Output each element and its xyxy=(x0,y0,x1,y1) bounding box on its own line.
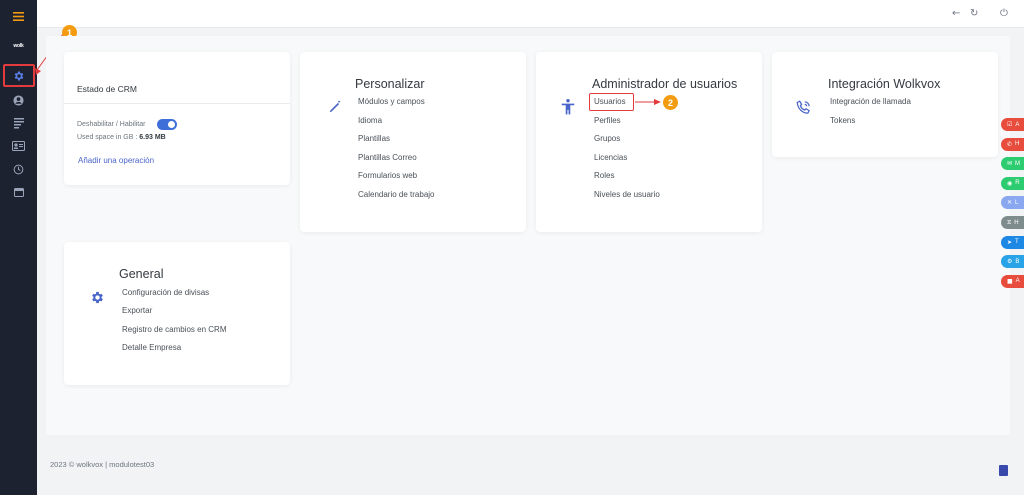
footer-text: 2023 © wolkvox | modulotest03 xyxy=(50,460,155,469)
calendar-icon xyxy=(13,188,24,197)
sidebar-item-list[interactable] xyxy=(0,112,37,134)
top-bar: ← ↻ ⏻ xyxy=(37,0,1024,28)
floating-action-button[interactable]: ◉ R xyxy=(1001,176,1024,190)
floating-action-button[interactable]: ⧖ H xyxy=(1001,216,1024,229)
floating-action-button[interactable]: ■ A xyxy=(1001,274,1024,288)
person-accessibility-icon xyxy=(561,99,575,115)
link-configuracion-divisas[interactable]: Configuración de divisas xyxy=(122,288,209,297)
link-plantillas[interactable]: Plantillas xyxy=(358,134,390,143)
user-circle-icon xyxy=(13,94,24,106)
link-usuarios[interactable]: Usuarios xyxy=(594,97,626,106)
floating-action-label: T xyxy=(1015,239,1019,246)
link-calendario-trabajo[interactable]: Calendario de trabajo xyxy=(358,190,435,199)
pencil-icon xyxy=(329,100,341,113)
link-niveles-usuario[interactable]: Niveles de usuario xyxy=(594,190,660,199)
personalizar-title: Personalizar xyxy=(355,77,425,91)
floating-action-icon: ⚙ xyxy=(1007,258,1013,266)
floating-action-button[interactable]: ☑ A xyxy=(1001,118,1024,131)
link-perfiles[interactable]: Perfiles xyxy=(594,116,621,125)
floating-action-icon: ✆ xyxy=(1007,140,1013,148)
toggle-label: Deshabilitar / Habilitar xyxy=(77,121,146,128)
general-card xyxy=(64,242,290,385)
link-licencias[interactable]: Licencias xyxy=(594,153,627,162)
sidebar-item-calendar[interactable] xyxy=(0,181,37,203)
floating-action-icon: ◉ xyxy=(1007,179,1013,187)
link-plantillas-correo[interactable]: Plantillas Correo xyxy=(358,153,417,162)
link-registro-cambios[interactable]: Registro de cambios en CRM xyxy=(122,325,226,334)
floating-action-label: H xyxy=(1015,141,1020,148)
floating-action-label: M xyxy=(1015,160,1021,167)
floating-action-label: A xyxy=(1015,278,1020,285)
back-icon[interactable]: ← xyxy=(952,8,960,20)
step-badge-2: 2 xyxy=(663,95,678,110)
integration-title: Integración Wolkvox xyxy=(828,77,941,91)
link-tokens[interactable]: Tokens xyxy=(830,116,855,125)
link-idioma[interactable]: Idioma xyxy=(358,116,382,125)
hamburger-menu-button[interactable] xyxy=(0,5,37,27)
admin-users-title: Administrador de usuarios xyxy=(592,77,738,91)
floating-action-label: R xyxy=(1015,180,1020,187)
add-operation-link[interactable]: Añadir una operación xyxy=(78,156,154,165)
link-integracion-llamada[interactable]: Integración de llamada xyxy=(830,97,911,106)
contact-card-icon xyxy=(12,141,25,151)
floating-action-button[interactable]: ⚙ B xyxy=(1001,255,1024,269)
link-roles[interactable]: Roles xyxy=(594,171,614,180)
floating-action-label: L xyxy=(1015,199,1019,206)
floating-action-button[interactable]: ✆ H xyxy=(1001,137,1024,151)
power-icon[interactable]: ⏻ xyxy=(1000,8,1008,20)
used-space-value: 6.93 MB xyxy=(139,134,166,141)
refresh-icon[interactable]: ↻ xyxy=(970,8,978,20)
floating-action-label: B xyxy=(1015,258,1020,265)
link-grupos[interactable]: Grupos xyxy=(594,134,620,143)
phone-call-icon xyxy=(796,100,810,114)
floating-action-icon: ✕ xyxy=(1007,199,1013,207)
list-icon xyxy=(13,117,24,128)
menu-icon xyxy=(13,11,24,21)
floating-action-icon: ■ xyxy=(1007,277,1013,285)
link-formularios-web[interactable]: Formularios web xyxy=(358,171,417,180)
sidebar-item-history[interactable] xyxy=(0,158,37,180)
floating-action-icon: ⧖ xyxy=(1007,218,1012,226)
floating-action-button[interactable]: ➤ T xyxy=(1001,235,1024,249)
floating-action-button[interactable]: ✉ M xyxy=(1001,157,1024,171)
crm-divider xyxy=(64,103,290,104)
bookmark-icon[interactable] xyxy=(999,465,1008,476)
used-space-label: Used space in GB : 6.93 MB xyxy=(77,134,166,141)
gear-icon xyxy=(92,291,103,304)
floating-action-label: H xyxy=(1014,219,1019,226)
crm-toggle[interactable] xyxy=(157,119,177,130)
floating-action-label: A xyxy=(1015,121,1020,128)
link-detalle-empresa[interactable]: Detalle Empresa xyxy=(122,343,181,352)
crm-card-title: Estado de CRM xyxy=(77,84,137,94)
sidebar-item-user[interactable] xyxy=(0,89,37,111)
floating-action-button[interactable]: ✕ L xyxy=(1001,196,1024,210)
floating-action-icon: ➤ xyxy=(1007,238,1013,246)
general-title: General xyxy=(119,267,164,281)
floating-action-icon: ☑ xyxy=(1007,121,1013,128)
link-exportar[interactable]: Exportar xyxy=(122,306,152,315)
crm-status-card xyxy=(64,52,290,185)
gear-icon xyxy=(14,71,24,80)
history-icon xyxy=(13,164,24,174)
annotation-arrow-2 xyxy=(635,99,661,105)
floating-action-icon: ✉ xyxy=(1007,160,1013,168)
link-modulos-campos[interactable]: Módulos y campos xyxy=(358,97,425,106)
sidebar-item-contact-card[interactable] xyxy=(0,135,37,157)
